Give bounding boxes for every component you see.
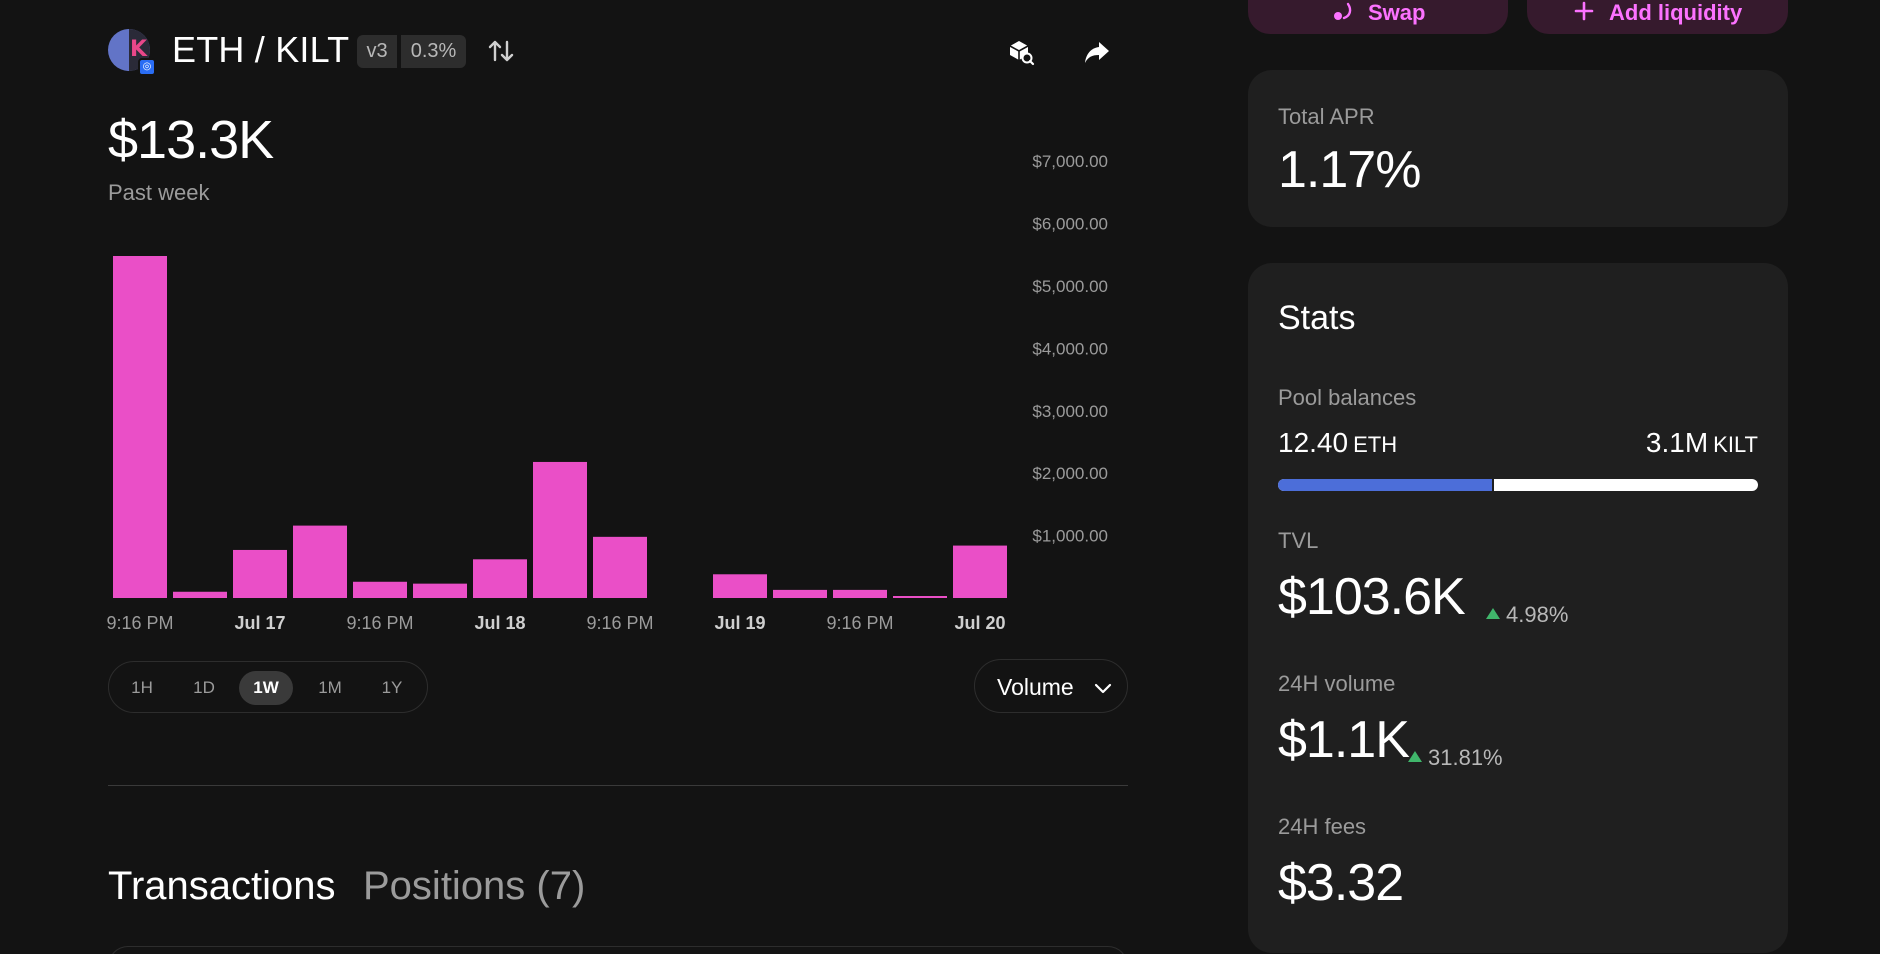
chain-badge-icon: ◎ <box>138 58 156 76</box>
y-axis-tick-label: $3,000.00 <box>1032 402 1108 421</box>
token1-balance: 3.1M KILT <box>1646 427 1758 459</box>
volume-24h-change: 31.81% <box>1408 745 1503 771</box>
x-axis-tick-label: Jul 17 <box>234 613 285 633</box>
tvl-label: TVL <box>1278 528 1319 553</box>
chart-bar[interactable] <box>113 256 167 598</box>
swap-icon <box>1334 2 1352 20</box>
apr-card: Total APR 1.17% <box>1248 70 1788 227</box>
y-axis-tick-label: $2,000.00 <box>1032 464 1108 483</box>
section-divider <box>108 785 1128 786</box>
time-range-1d[interactable]: 1D <box>179 671 229 705</box>
y-axis-tick-label: $1,000.00 <box>1032 527 1108 546</box>
transactions-table <box>108 946 1128 954</box>
metric-dropdown[interactable]: Volume <box>974 659 1128 713</box>
swap-direction-icon[interactable] <box>486 36 516 66</box>
chart-bar[interactable] <box>473 559 527 598</box>
up-arrow-icon <box>1486 608 1500 619</box>
x-axis-tick-label: Jul 19 <box>714 613 765 633</box>
token1-amount: 3.1M <box>1645 427 1709 458</box>
x-axis-tick-label: Jul 20 <box>954 613 1005 633</box>
chart-bar[interactable] <box>893 596 947 598</box>
x-axis-tick-label: 9:16 PM <box>586 613 653 633</box>
tvl-change: 4.98% <box>1486 602 1568 628</box>
share-icon[interactable] <box>1083 38 1111 66</box>
chart-bar[interactable] <box>773 589 827 598</box>
y-axis-tick-label: $6,000.00 <box>1032 215 1108 234</box>
volume-24h-label: 24H volume <box>1278 671 1396 696</box>
swap-button[interactable]: Swap <box>1248 0 1508 34</box>
time-range-1m[interactable]: 1M <box>305 671 355 705</box>
fee-tier-badge: 0.3% <box>401 35 466 68</box>
token1-symbol: KILT <box>1713 432 1758 457</box>
x-axis-tick-label: 9:16 PM <box>346 613 413 633</box>
x-axis-tick-label: 9:16 PM <box>826 613 893 633</box>
version-badge: v3 <box>357 35 397 68</box>
time-range-selector: 1H 1D 1W 1M 1Y <box>108 661 428 713</box>
pool-balance-bar-fill <box>1278 479 1494 491</box>
swap-button-label: Swap <box>1368 0 1426 25</box>
explorer-icon[interactable] <box>1007 38 1035 66</box>
time-range-1y[interactable]: 1Y <box>367 671 417 705</box>
metric-dropdown-label: Volume <box>997 674 1074 700</box>
stats-card: Stats Pool balances 12.40 ETH 3.1M KILT TV… <box>1248 263 1788 953</box>
eth-kilt-pair-logo: K ◎ <box>108 29 156 76</box>
token0-symbol: ETH <box>1353 432 1398 457</box>
stats-title: Stats <box>1278 299 1356 337</box>
pair-title: ETH / KILT <box>172 29 350 70</box>
y-axis-tick-label: $7,000.00 <box>1032 152 1108 171</box>
chevron-down-icon <box>1094 683 1112 694</box>
volume-24h-value: $1.1K <box>1278 711 1410 769</box>
apr-value: 1.17% <box>1278 141 1421 199</box>
y-axis-tick-label: $5,000.00 <box>1032 277 1108 296</box>
tab-transactions[interactable]: Transactions <box>108 860 336 912</box>
chart-bar[interactable] <box>833 589 887 598</box>
time-range-1h[interactable]: 1H <box>117 671 167 705</box>
chart-bar[interactable] <box>413 583 467 598</box>
chart-bar[interactable] <box>533 461 587 598</box>
token0-balance: 12.40 ETH <box>1278 427 1397 459</box>
pool-balance-bar <box>1278 479 1758 491</box>
x-axis-tick-label: 9:16 PM <box>106 613 173 633</box>
chart-bar[interactable] <box>173 591 227 598</box>
apr-label: Total APR <box>1278 104 1375 129</box>
fees-24h-value: $3.32 <box>1278 854 1404 912</box>
x-axis-tick-label: Jul 18 <box>474 613 525 633</box>
time-range-1w[interactable]: 1W <box>239 671 293 705</box>
chart-bar[interactable] <box>593 536 647 598</box>
tvl-change-value: 4.98% <box>1506 602 1569 627</box>
volume-24h-change-value: 31.81% <box>1428 745 1503 770</box>
chart-bar[interactable] <box>953 545 1007 598</box>
plus-icon <box>1574 1 1594 21</box>
chart-bar[interactable] <box>293 525 347 598</box>
add-liquidity-button-label: Add liquidity <box>1609 0 1743 25</box>
y-axis-tick-label: $4,000.00 <box>1032 339 1108 358</box>
fees-24h-label: 24H fees <box>1278 814 1367 839</box>
chart-bar[interactable] <box>233 549 287 598</box>
tvl-value: $103.6K <box>1278 568 1466 626</box>
pool-balances-label: Pool balances <box>1278 385 1417 410</box>
chart-bar[interactable] <box>353 581 407 598</box>
tab-positions[interactable]: Positions (7) <box>363 860 585 912</box>
token0-amount: 12.40 <box>1278 427 1349 458</box>
up-arrow-icon <box>1408 751 1422 762</box>
chart-bar[interactable] <box>713 574 767 598</box>
volume-bar-chart[interactable]: $7,000.00 $6,000.00 $5,000.00 $4,000.00 $3,0… <box>100 140 1120 640</box>
add-liquidity-button[interactable]: Add liquidity <box>1527 0 1788 34</box>
